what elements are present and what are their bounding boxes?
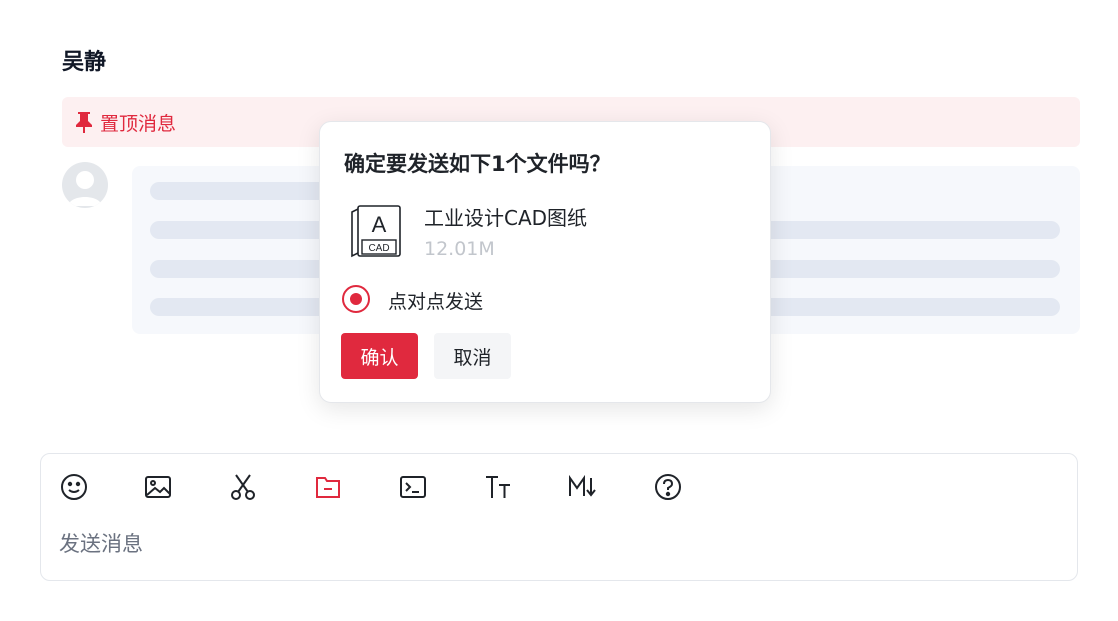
image-icon[interactable] <box>141 470 175 504</box>
file-size: 12.01M <box>424 238 495 260</box>
emoji-icon[interactable] <box>57 470 91 504</box>
terminal-icon[interactable] <box>396 470 430 504</box>
avatar[interactable] <box>62 162 108 208</box>
send-file-dialog: 确定要发送如下1个文件吗？ A CAD 工业设计CAD图纸 12.01M 点对点… <box>319 121 771 403</box>
scissors-icon[interactable] <box>226 470 260 504</box>
cad-file-icon: A CAD <box>348 204 404 264</box>
dialog-question: 确定要发送如下1个文件吗？ <box>344 152 611 176</box>
file-icon-tag: CAD <box>368 243 389 254</box>
p2p-send-label[interactable]: 点对点发送 <box>388 287 483 314</box>
radio-dot <box>350 293 362 305</box>
file-icon-letter: A <box>372 212 387 237</box>
markdown-icon[interactable] <box>566 470 600 504</box>
help-icon[interactable] <box>651 470 685 504</box>
text-size-icon[interactable] <box>481 470 515 504</box>
message-composer[interactable]: 发送消息 <box>40 453 1078 581</box>
message-input[interactable]: 发送消息 <box>59 528 143 558</box>
file-name: 工业设计CAD图纸 <box>424 206 588 230</box>
folder-file-icon[interactable] <box>311 470 345 504</box>
chat-title: 吴静 <box>62 50 107 75</box>
cancel-button[interactable]: 取消 <box>434 333 511 379</box>
confirm-button[interactable]: 确认 <box>341 333 418 379</box>
p2p-send-radio[interactable] <box>342 285 370 313</box>
pin-icon <box>74 110 94 134</box>
pinned-label: 置顶消息 <box>100 112 177 135</box>
